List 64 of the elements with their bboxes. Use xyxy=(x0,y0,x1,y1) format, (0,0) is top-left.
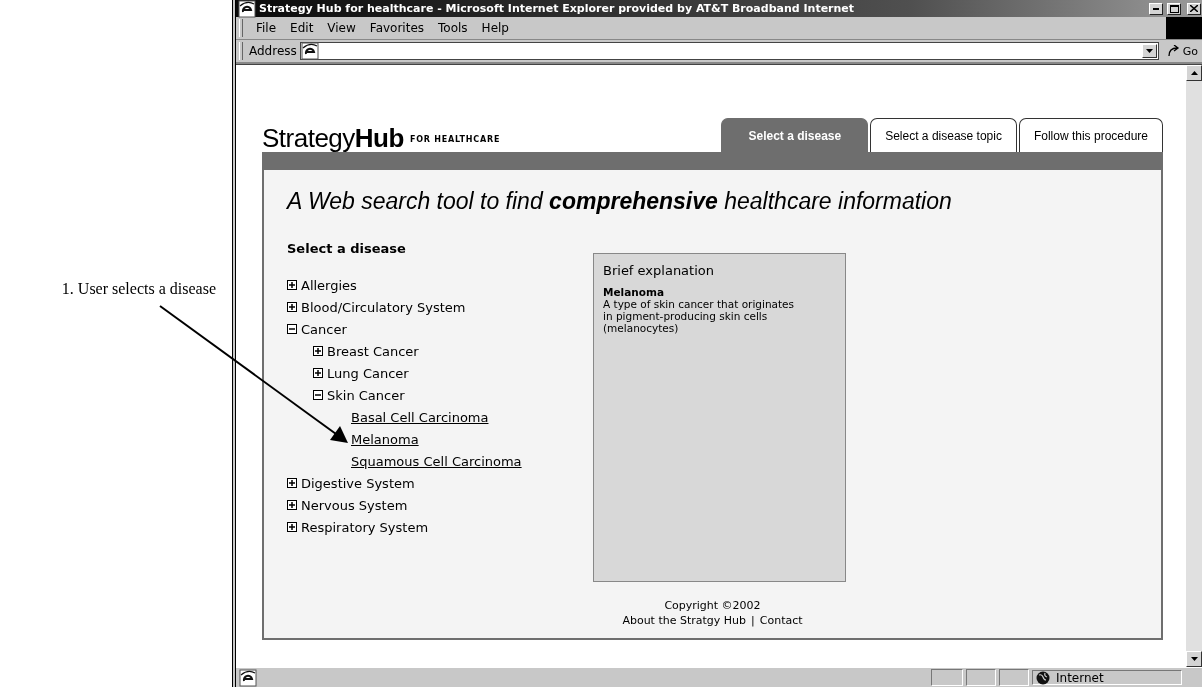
address-label: Address xyxy=(249,44,297,58)
tree-item[interactable]: Respiratory System xyxy=(301,519,429,535)
page-icon xyxy=(300,42,319,60)
window-title: Strategy Hub for healthcare - Microsoft Internet Explorer provided by AT&T Broadband Internet xyxy=(259,2,856,15)
up-arrow-icon xyxy=(1190,71,1198,75)
scrollbar[interactable] xyxy=(1186,65,1202,667)
tree-item[interactable]: Allergies xyxy=(301,277,357,293)
tree-item[interactable]: Breast Cancer xyxy=(327,343,419,359)
maximize-button[interactable] xyxy=(1167,2,1181,15)
section-title: Select a disease xyxy=(287,241,407,256)
logo: StrategyHub xyxy=(262,124,404,152)
disease-link[interactable]: Basal Cell Carcinoma xyxy=(351,409,489,425)
app-icon xyxy=(238,0,256,18)
tree-item[interactable]: Nervous System xyxy=(301,497,408,513)
caret-icon xyxy=(1145,49,1153,53)
headline: A Web search tool to find comprehensive healthcare information xyxy=(287,188,953,215)
expand-icon[interactable] xyxy=(287,302,297,312)
maximize-icon xyxy=(1169,4,1179,13)
explanation-title: Brief explanation xyxy=(603,263,715,279)
close-button[interactable] xyxy=(1187,2,1201,15)
annotation-text: 1. User selects a disease xyxy=(61,280,216,297)
tree-item[interactable]: Blood/Circulatory System xyxy=(301,299,466,315)
menu-item[interactable]: Favorites xyxy=(362,19,432,37)
minimize-button[interactable] xyxy=(1149,2,1163,15)
menu-item[interactable]: View xyxy=(320,19,363,37)
collapse-icon[interactable] xyxy=(313,390,323,400)
status-pane xyxy=(931,669,963,686)
tab[interactable]: Select a disease xyxy=(721,118,869,152)
close-icon xyxy=(1190,5,1198,12)
expand-icon[interactable] xyxy=(287,478,297,488)
expand-icon[interactable] xyxy=(313,346,323,356)
tab[interactable]: Select a disease topic xyxy=(870,118,1017,152)
status-pane xyxy=(966,669,996,686)
expand-icon[interactable] xyxy=(287,280,297,290)
tree-item[interactable]: Cancer xyxy=(301,321,347,337)
expand-icon[interactable] xyxy=(287,522,297,532)
footer-link[interactable]: Contact xyxy=(759,613,803,628)
explanation-text: A type of skin cancer that originates in pigment-producing skin cells (melanocytes) xyxy=(603,298,796,334)
tree-item[interactable]: Digestive System xyxy=(301,475,415,491)
logo-tagline: FOR HEALTHCARE xyxy=(409,135,501,144)
disease-link[interactable]: Melanoma xyxy=(351,431,419,447)
explanation-term: Melanoma xyxy=(603,286,665,298)
down-arrow-icon xyxy=(1190,657,1198,661)
zone-label: Internet xyxy=(1056,670,1104,685)
disease-link[interactable]: Squamous Cell Carcinoma xyxy=(351,453,522,469)
separator: | xyxy=(751,613,755,628)
copyright-text: Copyright ©2002 xyxy=(664,599,761,612)
go-button[interactable]: Go xyxy=(1158,44,1202,58)
collapse-icon[interactable] xyxy=(287,324,297,334)
tree-item[interactable]: Skin Cancer xyxy=(327,387,405,403)
tree-item[interactable]: Lung Cancer xyxy=(327,365,409,381)
tab[interactable]: Follow this procedure xyxy=(1018,118,1163,152)
status-pane xyxy=(999,669,1029,686)
expand-icon[interactable] xyxy=(287,500,297,510)
arrow-icon xyxy=(1166,45,1181,57)
footer-link[interactable]: About the Stratgy Hub xyxy=(622,613,747,628)
address-field[interactable] xyxy=(299,42,1159,60)
menu-item[interactable]: Help xyxy=(474,19,516,37)
minimize-icon xyxy=(1153,7,1159,10)
menu-item[interactable]: File xyxy=(249,19,284,37)
menu-item[interactable]: Tools xyxy=(431,19,475,37)
dropdown-button[interactable] xyxy=(1141,44,1157,58)
expand-icon[interactable] xyxy=(313,368,323,378)
menu-item[interactable]: Edit xyxy=(283,19,321,37)
